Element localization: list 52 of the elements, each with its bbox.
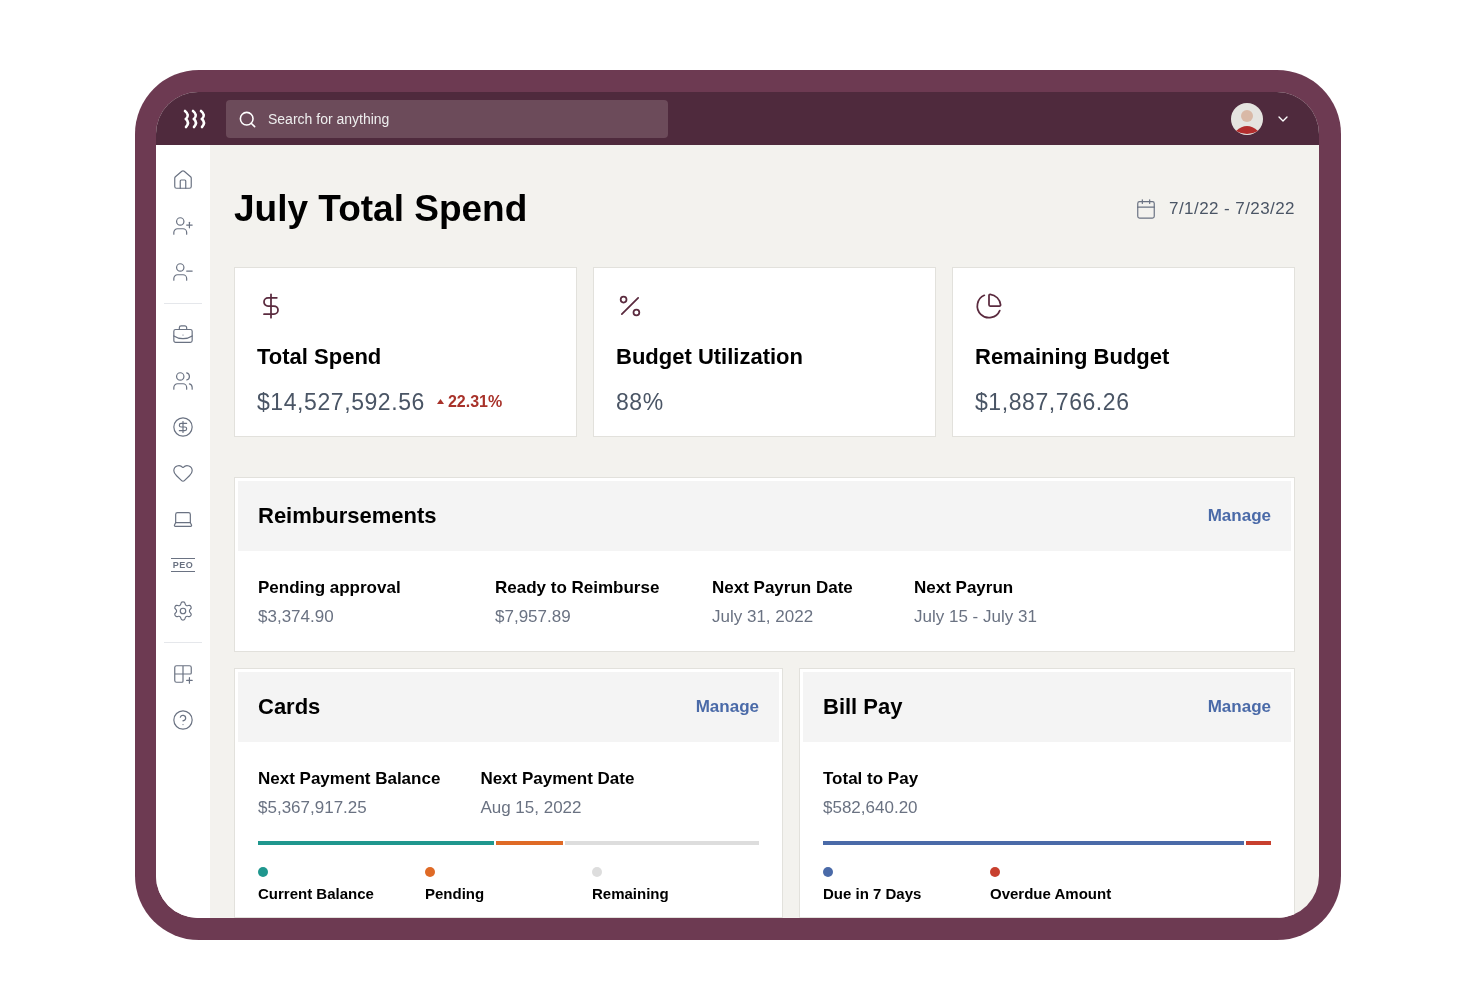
home-icon[interactable] (172, 169, 194, 191)
calendar-icon[interactable] (1135, 197, 1158, 220)
manage-link[interactable]: Manage (695, 693, 759, 720)
heart-icon[interactable] (172, 462, 194, 484)
people-icon[interactable] (172, 370, 194, 392)
field-label: Next Payment Date (480, 767, 635, 790)
field-label: Next Payment Balance (258, 767, 441, 790)
stat-value: $1,887,766.26 (975, 387, 1130, 417)
page-title: July Total Spend (234, 187, 528, 231)
legend-label: Pending (425, 884, 486, 903)
dollar-coin-icon[interactable] (172, 416, 194, 438)
field-value: $7,957.89 (495, 606, 572, 628)
field-value: $5,367,917.25 (258, 797, 368, 819)
panel-title: Reimbursements (258, 502, 437, 530)
stat-value: 88% (616, 387, 664, 417)
manage-link[interactable]: Manage (1207, 693, 1271, 720)
search-field[interactable]: Search for anything (226, 99, 668, 138)
help-icon[interactable] (172, 709, 194, 731)
field-label: Next Payrun Date (712, 576, 854, 599)
search-icon (238, 109, 257, 129)
stat-label: Budget Utilization (616, 342, 804, 371)
manage-link[interactable]: Manage (1207, 502, 1271, 529)
avatar[interactable] (1231, 102, 1263, 135)
toolbox-icon[interactable] (172, 324, 194, 346)
pie-chart-icon (975, 291, 1003, 320)
add-apps-icon[interactable] (172, 663, 194, 685)
field-label: Total to Pay (823, 767, 919, 790)
legend-label: Current Balance (258, 884, 375, 903)
field-label: Pending approval (258, 576, 402, 599)
logo-icon[interactable] (182, 108, 208, 129)
field-label: Ready to Reimburse (495, 576, 661, 599)
panel-title: Bill Pay (823, 693, 903, 721)
field-value: $3,374.90 (258, 606, 335, 628)
stat-label: Total Spend (257, 342, 383, 371)
stat-label: Remaining Budget (975, 342, 1171, 371)
change-percent: 22.31% (447, 391, 503, 412)
field-value: Aug 15, 2022 (480, 797, 583, 819)
legend-label: Due in 7 Days (823, 884, 923, 903)
field-label: Next Payrun (914, 576, 1015, 599)
legend-label: Remaining (592, 884, 670, 903)
remove-user-icon[interactable] (172, 261, 194, 283)
legend-label: Overdue Amount (990, 884, 1113, 903)
add-user-icon[interactable] (172, 215, 194, 237)
date-range[interactable]: 7/1/22 - 7/23/22 (1169, 196, 1295, 222)
field-value: July 31, 2022 (712, 606, 815, 628)
settings-icon[interactable] (172, 600, 194, 622)
stat-value: $14,527,592.56 (257, 387, 425, 417)
field-value: July 15 - July 31 (914, 606, 1038, 628)
up-triangle-icon (436, 399, 444, 405)
panel-title: Cards (258, 693, 321, 721)
peo-label[interactable]: PEO (170, 558, 196, 572)
field-value: $582,640.20 (823, 797, 919, 819)
